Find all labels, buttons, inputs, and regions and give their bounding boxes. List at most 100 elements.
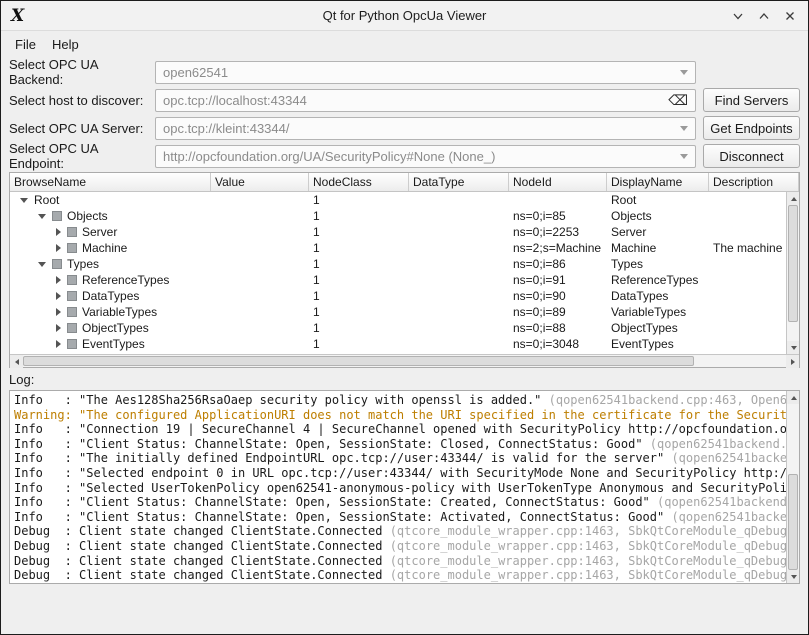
browsename-cell: EventTypes bbox=[10, 337, 211, 351]
tree-vscroll-track[interactable] bbox=[787, 205, 799, 341]
close-icon bbox=[783, 9, 797, 23]
browse-name-text: VariableTypes bbox=[82, 305, 157, 319]
minimize-button[interactable] bbox=[730, 8, 746, 24]
tree-row[interactable]: ReferenceTypes1ns=0;i=91ReferenceTypes bbox=[10, 272, 786, 288]
log-line: Warning: "The configured ApplicationURI … bbox=[14, 408, 786, 423]
nodeclass-cell: 1 bbox=[309, 337, 409, 351]
displayname-cell: DataTypes bbox=[607, 289, 709, 303]
scroll-up-button[interactable] bbox=[787, 192, 799, 205]
nodeid-cell: ns=2;s=Machine bbox=[509, 241, 607, 255]
chevron-down-icon bbox=[680, 126, 688, 131]
displayname-cell: Types bbox=[607, 257, 709, 271]
log-vertical-scrollbar[interactable] bbox=[786, 391, 799, 583]
tree-row[interactable]: Types1ns=0;i=86Types bbox=[10, 256, 786, 272]
browse-name-text: ObjectTypes bbox=[82, 321, 149, 335]
displayname-cell: ReferenceTypes bbox=[607, 273, 709, 287]
scroll-down-button[interactable] bbox=[787, 341, 799, 354]
log-message: Info : "The Aes128Sha256RsaOaep security… bbox=[14, 393, 541, 407]
get-endpoints-button[interactable]: Get Endpoints bbox=[703, 116, 800, 140]
menu-item-file[interactable]: File bbox=[7, 34, 44, 55]
chevron-down-icon bbox=[680, 70, 688, 75]
menu-item-help[interactable]: Help bbox=[44, 34, 87, 55]
log-lines: Info : "The Aes128Sha256RsaOaep security… bbox=[10, 391, 786, 583]
server-label: Select OPC UA Server: bbox=[9, 121, 155, 136]
log-line: Info : "Selected UserTokenPolicy open625… bbox=[14, 481, 786, 496]
tree-horizontal-scrollbar[interactable] bbox=[10, 354, 799, 367]
tree-row[interactable]: Objects1ns=0;i=85Objects bbox=[10, 208, 786, 224]
collapse-arrow-icon[interactable] bbox=[20, 198, 28, 203]
log-output[interactable]: Info : "The Aes128Sha256RsaOaep security… bbox=[9, 390, 800, 584]
tree-row[interactable]: EventTypes1ns=0;i=3048EventTypes bbox=[10, 336, 786, 352]
expand-arrow-icon[interactable] bbox=[56, 324, 61, 332]
nodeclass-cell: 1 bbox=[309, 225, 409, 239]
column-header-datatype[interactable]: DataType bbox=[409, 173, 509, 191]
backend-combo[interactable]: open62541 bbox=[155, 61, 696, 84]
log-source: (qtcore_module_wrapper.cpp:1463, SbkQtCo… bbox=[382, 568, 786, 582]
scroll-right-button[interactable] bbox=[786, 355, 799, 368]
nodeclass-cell: 1 bbox=[309, 257, 409, 271]
get-endpoints-slot: Get Endpoints bbox=[703, 116, 800, 140]
log-line: Debug : Client state changed ClientState… bbox=[14, 539, 786, 554]
tree-row[interactable]: VariableTypes1ns=0;i=89VariableTypes bbox=[10, 304, 786, 320]
log-vscroll-thumb[interactable] bbox=[788, 474, 798, 570]
browse-name-text: ReferenceTypes bbox=[82, 273, 169, 287]
chevron-down-icon bbox=[680, 154, 688, 159]
expand-arrow-icon[interactable] bbox=[56, 276, 61, 284]
browsename-cell: VariableTypes bbox=[10, 305, 211, 319]
log-source: (qtcore_module_wrapper.cpp:1463, SbkQtCo… bbox=[382, 524, 786, 538]
column-header-displayname[interactable]: DisplayName bbox=[607, 173, 709, 191]
tree-row[interactable]: DataTypes1ns=0;i=90DataTypes bbox=[10, 288, 786, 304]
arrow-left-icon bbox=[15, 359, 19, 365]
tree-row[interactable]: ObjectTypes1ns=0;i=88ObjectTypes bbox=[10, 320, 786, 336]
tree-vscroll-thumb[interactable] bbox=[788, 205, 798, 322]
collapse-arrow-icon[interactable] bbox=[38, 214, 46, 219]
server-combo[interactable]: opc.tcp://kleint:43344/ bbox=[155, 117, 696, 140]
log-line: Info : "Selected endpoint 0 in URL opc.t… bbox=[14, 466, 786, 481]
backend-row: Select OPC UA Backend: open62541 bbox=[1, 58, 808, 86]
log-source: (qopen62541backend bbox=[650, 495, 786, 509]
log-line: Debug : Client state changed ClientState… bbox=[14, 568, 786, 583]
tree-vertical-scrollbar[interactable] bbox=[786, 192, 799, 354]
expand-arrow-icon[interactable] bbox=[56, 244, 61, 252]
maximize-button[interactable] bbox=[756, 8, 772, 24]
scroll-up-button[interactable] bbox=[787, 391, 800, 404]
column-header-nodeclass[interactable]: NodeClass bbox=[309, 173, 409, 191]
collapse-arrow-icon[interactable] bbox=[38, 262, 46, 267]
expand-arrow-icon[interactable] bbox=[56, 340, 61, 348]
host-input[interactable]: opc.tcp://localhost:43344 ⌫ bbox=[155, 89, 696, 112]
disconnect-button[interactable]: Disconnect bbox=[703, 144, 800, 168]
column-header-nodeid[interactable]: NodeId bbox=[509, 173, 607, 191]
column-header-description[interactable]: Description bbox=[709, 173, 799, 191]
displayname-cell: VariableTypes bbox=[607, 305, 709, 319]
close-button[interactable] bbox=[782, 8, 798, 24]
host-label: Select host to discover: bbox=[9, 93, 155, 108]
window-controls bbox=[730, 1, 798, 31]
log-vscroll-track[interactable] bbox=[787, 404, 799, 570]
tree-row[interactable]: Machine1ns=2;s=MachineMachineThe machine bbox=[10, 240, 786, 256]
endpoint-combo[interactable]: http://opcfoundation.org/UA/SecurityPoli… bbox=[155, 145, 696, 168]
window-title: Qt for Python OpcUa Viewer bbox=[1, 8, 808, 23]
node-icon bbox=[67, 323, 77, 333]
node-icon bbox=[67, 291, 77, 301]
tree-row[interactable]: Server1ns=0;i=2253Server bbox=[10, 224, 786, 240]
column-header-value[interactable]: Value bbox=[211, 173, 309, 191]
log-source: (qopen62541backend.cp bbox=[643, 437, 786, 451]
find-servers-button[interactable]: Find Servers bbox=[703, 88, 800, 112]
log-line: Debug : Client state changed ClientState… bbox=[14, 554, 786, 569]
tree-row[interactable]: Root1Root bbox=[10, 192, 786, 208]
expand-arrow-icon[interactable] bbox=[56, 292, 61, 300]
clear-icon[interactable]: ⌫ bbox=[668, 93, 688, 107]
scroll-left-button[interactable] bbox=[10, 355, 23, 368]
log-line: Info : "Connection 19 | SecureChannel 4 … bbox=[14, 422, 786, 437]
tree-hscroll-thumb[interactable] bbox=[23, 356, 694, 366]
tree-hscroll-track[interactable] bbox=[23, 355, 786, 367]
node-icon bbox=[67, 339, 77, 349]
scroll-down-button[interactable] bbox=[787, 570, 800, 583]
nodeclass-cell: 1 bbox=[309, 305, 409, 319]
nodeclass-cell: 1 bbox=[309, 321, 409, 335]
log-source: (qtcore_module_wrapper.cpp:1463, SbkQtCo… bbox=[382, 554, 786, 568]
expand-arrow-icon[interactable] bbox=[56, 228, 61, 236]
expand-arrow-icon[interactable] bbox=[56, 308, 61, 316]
column-header-browsename[interactable]: BrowseName bbox=[10, 173, 211, 191]
log-message: Debug : Client state changed ClientState… bbox=[14, 539, 382, 553]
